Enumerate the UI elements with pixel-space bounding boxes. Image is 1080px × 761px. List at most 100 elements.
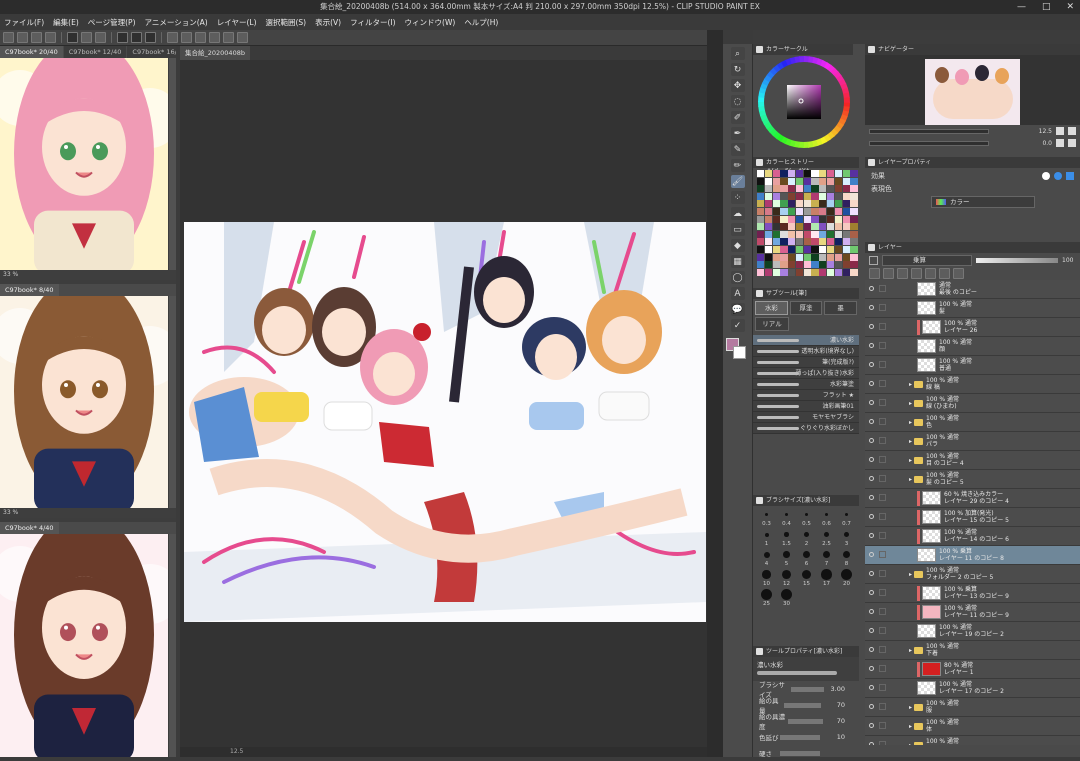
zoom-tool-icon[interactable]: ⌕ (730, 47, 745, 60)
color-swatch[interactable] (842, 261, 850, 269)
new-raster-layer-icon[interactable] (869, 268, 880, 279)
layer-lock-checkbox[interactable] (879, 475, 886, 482)
layer-row[interactable]: ▸ 100 % 通常線 (ひまわ) (865, 394, 1080, 413)
color-swatch[interactable] (772, 170, 780, 177)
opacity-slider[interactable] (976, 257, 1058, 263)
layer-lock-checkbox[interactable] (879, 722, 886, 729)
visibility-eye-icon[interactable] (869, 419, 874, 424)
color-swatch[interactable] (850, 215, 858, 223)
snap-icon[interactable] (237, 32, 248, 43)
color-swatch[interactable] (834, 253, 842, 261)
expand-arrow-icon[interactable]: ▸ (909, 723, 912, 730)
color-swatch[interactable] (811, 230, 819, 238)
clip-studio-icon[interactable] (17, 32, 28, 43)
color-swatch[interactable] (850, 223, 858, 231)
brush-size-cell[interactable]: 0.4 (777, 508, 796, 527)
color-swatch[interactable] (780, 268, 788, 276)
brush-size-cell[interactable]: 12 (777, 568, 796, 587)
pencil-tool-icon[interactable]: ✏ (730, 159, 745, 172)
layer-lock-checkbox[interactable] (879, 741, 886, 745)
color-swatch[interactable] (834, 192, 842, 200)
expand-arrow-icon[interactable]: ▸ (909, 742, 912, 746)
layer-row[interactable]: 100 % 通常髪 (865, 299, 1080, 318)
layer-row[interactable]: ▸100 % 通常ひゃの (865, 736, 1080, 745)
move-tool-icon[interactable]: ✥ (730, 79, 745, 92)
canvas-zoom-readout[interactable]: 12.5 (230, 748, 243, 755)
color-swatch[interactable] (788, 268, 796, 276)
open-file-icon[interactable] (31, 32, 42, 43)
color-swatch[interactable] (834, 215, 842, 223)
layer-row[interactable]: 100 % 乗算 レイヤー 13 のコピー 9 (865, 584, 1080, 603)
color-swatch[interactable] (780, 253, 788, 261)
visibility-eye-icon[interactable] (869, 723, 874, 728)
expand-arrow-icon[interactable]: ▸ (909, 571, 912, 578)
invert-selection-icon[interactable] (181, 32, 192, 43)
visibility-eye-icon[interactable] (869, 647, 874, 652)
correct-line-tool-icon[interactable]: ✓ (730, 319, 745, 332)
layer-row[interactable]: 100 % 乗算 レイヤー 11 のコピー 8 (865, 546, 1080, 565)
maximize-icon[interactable]: □ (1042, 0, 1051, 14)
tab-canvas[interactable]: 集合絵_20200408b (180, 46, 250, 60)
color-swatch[interactable] (795, 200, 804, 208)
color-swatch[interactable] (850, 177, 858, 185)
color-swatch[interactable] (827, 177, 835, 185)
color-swatch[interactable] (850, 268, 858, 276)
color-swatch[interactable] (834, 170, 842, 177)
color-swatch[interactable] (795, 185, 804, 193)
color-swatch[interactable] (803, 170, 811, 177)
subtool-tab-watercolor[interactable]: 水彩 (755, 301, 788, 315)
color-swatch[interactable] (850, 245, 858, 253)
visibility-eye-icon[interactable] (869, 533, 874, 538)
color-swatch[interactable] (780, 207, 788, 215)
brush-item[interactable]: 透明水彩(境界なし) (753, 346, 859, 357)
color-swatch[interactable] (842, 207, 850, 215)
brush-size-cell[interactable]: 30 (777, 588, 796, 607)
color-swatch[interactable] (819, 238, 827, 246)
color-swatch[interactable] (811, 207, 819, 215)
pen-tool-icon[interactable]: ✎ (730, 143, 745, 156)
color-swatch[interactable] (788, 192, 796, 200)
color-swatch[interactable] (811, 215, 819, 223)
color-swatch[interactable] (827, 223, 835, 231)
menu-item-3[interactable]: アニメーション(A) (145, 17, 208, 28)
gradient-tool-icon[interactable]: ▦ (730, 255, 745, 268)
thumbnail-image[interactable] (0, 534, 168, 757)
color-swatch[interactable] (757, 245, 765, 253)
color-swatch[interactable] (811, 253, 819, 261)
color-swatch[interactable] (757, 223, 765, 231)
property-slider[interactable] (780, 734, 820, 740)
layer-row[interactable]: ▸ 100 % 通常 下着 (865, 641, 1080, 660)
color-swatch[interactable] (811, 177, 819, 185)
color-swatch[interactable] (772, 177, 780, 185)
navigator-preview[interactable] (865, 55, 1080, 125)
visibility-eye-icon[interactable] (869, 343, 874, 348)
color-swatch[interactable] (803, 192, 811, 200)
visibility-eye-icon[interactable] (869, 685, 874, 690)
color-swatch[interactable] (780, 238, 788, 246)
brush-size-cell[interactable]: 4 (757, 548, 776, 567)
color-swatch[interactable] (788, 170, 796, 177)
color-swatch[interactable] (834, 185, 842, 193)
layer-lock-checkbox[interactable] (879, 608, 886, 615)
color-swatch[interactable] (764, 177, 772, 185)
expand-arrow-icon[interactable]: ▸ (909, 419, 912, 426)
layer-lock-checkbox[interactable] (879, 418, 886, 425)
color-swatch[interactable] (819, 170, 827, 177)
visibility-eye-icon[interactable] (869, 628, 874, 633)
visibility-eye-icon[interactable] (869, 381, 874, 386)
page-icon[interactable] (67, 32, 78, 43)
property-slider[interactable] (787, 718, 823, 724)
undo-icon[interactable] (117, 32, 128, 43)
layer-row[interactable]: 100 % 通常 レイヤー 11 のコピー 9 (865, 603, 1080, 622)
brush-item[interactable]: 水彩筆塗 (753, 379, 859, 390)
color-swatch[interactable] (842, 200, 850, 208)
brush-item[interactable]: ぐりぐり水彩ぼかし (753, 423, 859, 434)
color-swatch[interactable] (803, 200, 811, 208)
color-swatch[interactable] (757, 268, 765, 276)
brush-size-cell[interactable]: 5 (777, 548, 796, 567)
layer-row[interactable]: ▸ 100 % 通常目 のコピー 4 (865, 451, 1080, 470)
color-swatch[interactable] (819, 230, 827, 238)
zoom-slider[interactable] (869, 128, 989, 134)
expand-arrow-icon[interactable]: ▸ (909, 647, 912, 654)
figure-tool-icon[interactable]: ◯ (730, 271, 745, 284)
